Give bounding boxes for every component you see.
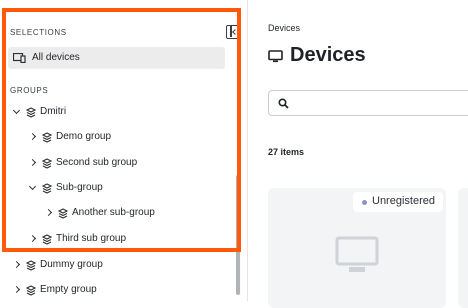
status-badge: Unregistered: [353, 192, 443, 212]
tree-item-dummy-group[interactable]: Dummy group: [10, 256, 230, 276]
all-devices-label: All devices: [32, 52, 80, 63]
chevron-down-icon[interactable]: [12, 107, 22, 117]
breadcrumb[interactable]: Devices: [268, 23, 300, 33]
item-count: 27 items: [268, 147, 305, 157]
tree-item-dmitri[interactable]: Dmitri: [10, 103, 230, 123]
tree-item-another-sub-group[interactable]: Another sub-group: [42, 204, 232, 224]
chevron-right-icon[interactable]: [28, 158, 38, 168]
tree-item-label: Second sub group: [56, 157, 138, 168]
tree-item-empty-group[interactable]: Empty group: [10, 281, 230, 301]
status-dot: [362, 200, 367, 205]
tree-item-label: Sub-group: [56, 182, 103, 193]
search-input[interactable]: [268, 90, 468, 116]
devices-icon: [13, 53, 26, 63]
tree-item-label: Another sub-group: [72, 207, 155, 218]
group-icon: [42, 158, 52, 169]
tree-item-sub-group[interactable]: Sub-group: [26, 179, 226, 199]
tree-item-label: Third sub group: [56, 233, 127, 244]
groups-heading: GROUPS: [10, 86, 49, 95]
group-icon: [42, 183, 52, 194]
tree-item-demo-group[interactable]: Demo group: [26, 128, 226, 148]
selections-heading: SELECTIONS: [10, 28, 67, 37]
chevron-right-icon[interactable]: [44, 208, 54, 218]
group-icon: [42, 132, 52, 143]
tree-item-label: Dmitri: [40, 106, 67, 117]
chevron-right-icon[interactable]: [12, 260, 22, 270]
status-label: Unregistered: [372, 195, 435, 207]
group-icon: [26, 260, 36, 271]
chevron-right-icon[interactable]: [12, 285, 22, 295]
tree-item-label: Empty group: [40, 284, 97, 295]
sidebar: SELECTIONS All devices GROUPS Dmitri Dem…: [0, 0, 248, 301]
monitor-icon: [268, 50, 283, 63]
tree-item-label: Demo group: [56, 131, 112, 142]
tree-item-third-sub-group[interactable]: Third sub group: [26, 230, 226, 250]
device-card[interactable]: [458, 188, 468, 308]
chevron-right-icon[interactable]: [28, 234, 38, 244]
device-placeholder-icon: [335, 236, 379, 272]
group-icon: [58, 208, 68, 219]
search-icon: [278, 98, 289, 109]
all-devices-item[interactable]: All devices: [8, 47, 225, 69]
sidebar-scrollbar[interactable]: [236, 175, 240, 295]
tree-item-label: Dummy group: [40, 259, 103, 270]
page-title: Devices: [290, 44, 366, 66]
group-icon: [26, 107, 36, 118]
group-icon: [26, 285, 36, 296]
tree-item-second-sub-group[interactable]: Second sub group: [26, 154, 226, 174]
chevron-right-icon[interactable]: [28, 132, 38, 142]
collapse-sidebar-button[interactable]: [226, 25, 240, 39]
group-icon: [42, 234, 52, 245]
chevron-down-icon[interactable]: [28, 183, 38, 193]
